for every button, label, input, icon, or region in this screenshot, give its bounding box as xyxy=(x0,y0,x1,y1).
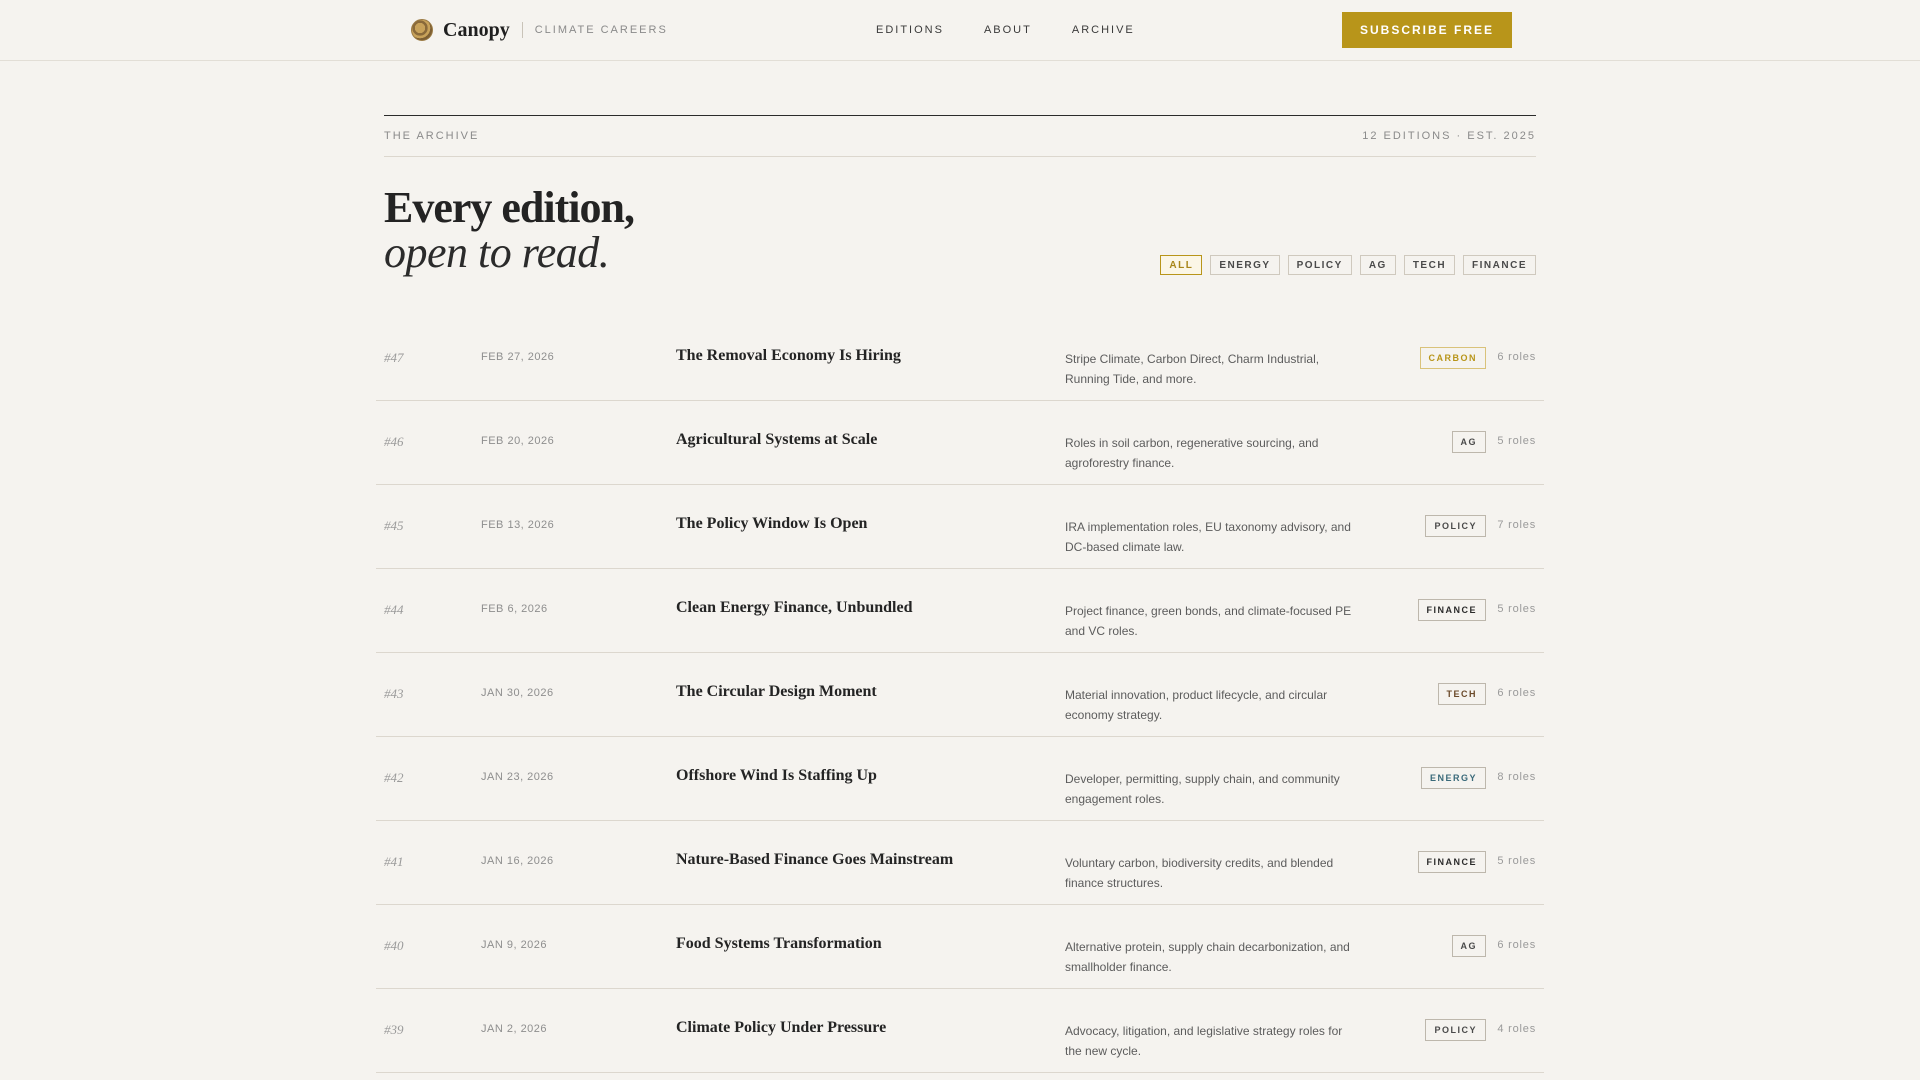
brand-name: Canopy xyxy=(443,18,510,41)
edition-title[interactable]: The Removal Economy Is Hiring xyxy=(676,347,901,365)
edition-title[interactable]: The Circular Design Moment xyxy=(676,683,877,701)
brand-tagline: CLIMATE CAREERS xyxy=(534,24,668,36)
edition-category-badge: POLICY xyxy=(1425,1019,1486,1041)
subscribe-button[interactable]: SUBSCRIBE FREE xyxy=(1342,12,1512,48)
edition-role-count: 6 roles xyxy=(1497,351,1536,363)
filter-ag[interactable]: AG xyxy=(1359,255,1396,275)
edition-number: #44 xyxy=(384,602,404,617)
edition-description: IRA implementation roles, EU taxonomy ad… xyxy=(1065,520,1351,554)
edition-title[interactable]: Climate Policy Under Pressure xyxy=(676,1019,886,1037)
edition-row[interactable]: #46 FEB 20, 2026 Agricultural Systems at… xyxy=(376,401,1544,485)
filter-policy[interactable]: POLICY xyxy=(1287,255,1352,275)
canopy-logo-icon xyxy=(411,19,433,41)
edition-title[interactable]: Food Systems Transformation xyxy=(676,935,882,953)
edition-date: FEB 13, 2026 xyxy=(481,519,555,531)
edition-number: #45 xyxy=(384,518,404,533)
edition-date: FEB 6, 2026 xyxy=(481,603,548,615)
edition-description: Material innovation, product lifecycle, … xyxy=(1065,688,1328,722)
edition-category-badge: POLICY xyxy=(1425,515,1486,537)
edition-role-count: 6 roles xyxy=(1497,939,1536,951)
edition-row[interactable]: #42 JAN 23, 2026 Offshore Wind Is Staffi… xyxy=(376,737,1544,821)
archive-edition-count: 12 EDITIONS · EST. 2025 xyxy=(1362,130,1536,142)
edition-title[interactable]: Clean Energy Finance, Unbundled xyxy=(676,599,912,617)
edition-title[interactable]: Offshore Wind Is Staffing Up xyxy=(676,767,877,785)
edition-category-badge: AG xyxy=(1451,431,1486,453)
edition-number: #40 xyxy=(384,938,404,953)
main-nav: EDITIONS ABOUT ARCHIVE xyxy=(876,0,1135,60)
edition-number: #41 xyxy=(384,854,404,869)
nav-archive[interactable]: ARCHIVE xyxy=(1072,24,1135,36)
edition-description: Alternative protein, supply chain decarb… xyxy=(1065,940,1350,974)
filter-tech[interactable]: TECH xyxy=(1403,255,1456,275)
edition-row[interactable]: #41 JAN 16, 2026 Nature-Based Finance Go… xyxy=(376,821,1544,905)
edition-description: Project finance, green bonds, and climat… xyxy=(1065,604,1352,638)
edition-number: #43 xyxy=(384,686,404,701)
edition-description: Voluntary carbon, biodiversity credits, … xyxy=(1065,856,1334,890)
edition-date: JAN 16, 2026 xyxy=(481,855,554,867)
edition-role-count: 5 roles xyxy=(1497,435,1536,447)
edition-role-count: 7 roles xyxy=(1497,519,1536,531)
edition-description: Roles in soil carbon, regenerative sourc… xyxy=(1065,436,1319,470)
edition-number: #39 xyxy=(384,1022,404,1037)
edition-category-badge: TECH xyxy=(1437,683,1486,705)
edition-description: Stripe Climate, Carbon Direct, Charm Ind… xyxy=(1065,352,1320,386)
edition-number: #42 xyxy=(384,770,404,785)
edition-category-badge: ENERGY xyxy=(1420,767,1486,789)
edition-role-count: 5 roles xyxy=(1497,855,1536,867)
edition-title[interactable]: Nature-Based Finance Goes Mainstream xyxy=(676,851,953,869)
edition-number: #47 xyxy=(384,350,404,365)
archive-label: THE ARCHIVE xyxy=(384,130,480,142)
edition-category-badge: CARBON xyxy=(1419,347,1486,369)
edition-row[interactable]: #43 JAN 30, 2026 The Circular Design Mom… xyxy=(376,653,1544,737)
edition-number: #46 xyxy=(384,434,404,449)
nav-about[interactable]: ABOUT xyxy=(984,24,1032,36)
edition-description: Advocacy, litigation, and legislative st… xyxy=(1065,1024,1343,1058)
edition-role-count: 4 roles xyxy=(1497,1023,1536,1035)
edition-description: Developer, permitting, supply chain, and… xyxy=(1065,772,1340,806)
brand-divider xyxy=(521,22,523,38)
edition-row[interactable]: #39 JAN 2, 2026 Climate Policy Under Pre… xyxy=(376,989,1544,1073)
edition-category-badge: FINANCE xyxy=(1417,599,1486,621)
filter-all[interactable]: ALL xyxy=(1160,255,1203,275)
edition-row[interactable]: #44 FEB 6, 2026 Clean Energy Finance, Un… xyxy=(376,569,1544,653)
edition-date: FEB 27, 2026 xyxy=(481,351,555,363)
brand[interactable]: Canopy CLIMATE CAREERS xyxy=(411,0,668,60)
edition-date: JAN 2, 2026 xyxy=(481,1023,548,1035)
editions-list: #47 FEB 27, 2026 The Removal Economy Is … xyxy=(376,317,1544,1073)
edition-date: JAN 30, 2026 xyxy=(481,687,554,699)
edition-date: JAN 9, 2026 xyxy=(481,939,548,951)
archive-meta-bar: THE ARCHIVE 12 EDITIONS · EST. 2025 xyxy=(384,116,1536,157)
edition-category-badge: FINANCE xyxy=(1417,851,1486,873)
edition-row[interactable]: #45 FEB 13, 2026 The Policy Window Is Op… xyxy=(376,485,1544,569)
nav-editions[interactable]: EDITIONS xyxy=(876,24,944,36)
edition-role-count: 5 roles xyxy=(1497,603,1536,615)
edition-row[interactable]: #47 FEB 27, 2026 The Removal Economy Is … xyxy=(376,317,1544,401)
headline-line-1: Every edition, xyxy=(384,183,635,232)
top-navigation-bar: Canopy CLIMATE CAREERS EDITIONS ABOUT AR… xyxy=(0,0,1920,61)
edition-title[interactable]: The Policy Window Is Open xyxy=(676,515,867,533)
edition-title[interactable]: Agricultural Systems at Scale xyxy=(676,431,877,449)
edition-date: FEB 20, 2026 xyxy=(481,435,555,447)
edition-row[interactable]: #40 JAN 9, 2026 Food Systems Transformat… xyxy=(376,905,1544,989)
edition-role-count: 6 roles xyxy=(1497,687,1536,699)
filter-finance[interactable]: FINANCE xyxy=(1463,255,1536,275)
edition-role-count: 8 roles xyxy=(1497,771,1536,783)
category-filters: ALL ENERGY POLICY AG TECH FINANCE xyxy=(1160,255,1536,275)
edition-date: JAN 23, 2026 xyxy=(481,771,554,783)
filter-energy[interactable]: ENERGY xyxy=(1210,255,1280,275)
edition-category-badge: AG xyxy=(1451,935,1486,957)
